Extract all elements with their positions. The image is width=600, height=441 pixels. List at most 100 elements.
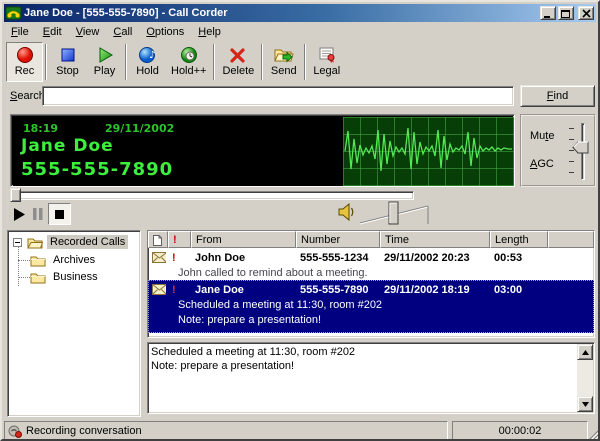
- lcd-date: 29/11/2002: [105, 122, 174, 135]
- playback-stop-icon: [55, 210, 64, 219]
- playback-play-icon: [13, 208, 26, 221]
- record-button[interactable]: Rec: [6, 42, 43, 82]
- menu-help[interactable]: Help: [191, 24, 228, 40]
- agc-label: AGC: [530, 158, 554, 170]
- seek-thumb[interactable]: [10, 188, 21, 202]
- priority-mark: !: [168, 248, 191, 265]
- arrow-up-icon: [582, 350, 589, 355]
- volume-slider[interactable]: [358, 199, 434, 227]
- menu-options[interactable]: Options: [139, 24, 191, 40]
- folder-tree: Recorded Calls Archives Business: [7, 230, 141, 417]
- message-envelope-icon: [148, 280, 168, 297]
- speaker-icon: [338, 203, 356, 222]
- scroll-up-button[interactable]: [577, 344, 593, 360]
- call-row-jane-doe-selected[interactable]: ! Jane Doe 555-555-7890 29/11/2002 18:19…: [148, 280, 594, 333]
- send-button[interactable]: Send: [265, 42, 302, 82]
- call-list: ! From Number Time Length ! John Doe 555…: [147, 230, 595, 338]
- minimize-icon: [543, 9, 553, 18]
- hold-plus-button[interactable]: Hold++: [166, 42, 211, 82]
- cell-from: John Doe: [191, 248, 296, 265]
- column-header-length[interactable]: Length: [490, 231, 548, 248]
- record-icon: [14, 44, 36, 65]
- column-header-filler: [548, 231, 594, 248]
- playback-stop-button[interactable]: [48, 203, 71, 225]
- close-button[interactable]: [578, 6, 594, 20]
- send-icon: [273, 44, 295, 65]
- tree-connector: [18, 260, 30, 261]
- hold-button[interactable]: ♪ Hold: [129, 42, 166, 82]
- collapse-icon[interactable]: [13, 238, 22, 247]
- hold-icon: ♪: [137, 44, 159, 65]
- slider-tick: [569, 139, 574, 140]
- stop-icon: [57, 44, 79, 65]
- statusbar-message-panel: Recording conversation: [4, 421, 448, 441]
- cell-length: 03:00: [490, 280, 548, 297]
- lcd-caller-number: 555-555-7890: [21, 159, 173, 180]
- mixer-panel: Mute AGC: [520, 114, 596, 187]
- menu-edit[interactable]: Edit: [36, 24, 69, 40]
- minimize-button[interactable]: [540, 6, 556, 20]
- hold-plus-icon: [178, 44, 200, 65]
- titlebar[interactable]: Jane Doe - [555-555-7890] - Call Corder: [4, 4, 596, 22]
- stop-button[interactable]: Stop: [49, 42, 86, 82]
- cell-number: 555-555-1234: [296, 248, 380, 265]
- call-note: Scheduled a meeting at 11:30, room #202: [148, 297, 594, 312]
- toolbar-separator: [213, 44, 215, 80]
- arrow-down-icon: [582, 402, 589, 407]
- column-header-time[interactable]: Time: [380, 231, 490, 248]
- tree-connector: [18, 247, 19, 286]
- notes-scrollbar[interactable]: [577, 344, 593, 412]
- play-button[interactable]: Play: [86, 42, 123, 82]
- maximize-icon: [561, 9, 571, 18]
- priority-mark: !: [168, 280, 191, 297]
- message-envelope-icon: [148, 248, 168, 265]
- menu-file[interactable]: File: [4, 24, 36, 40]
- column-header-from[interactable]: From: [191, 231, 296, 248]
- recording-status-icon: [8, 424, 22, 438]
- notes-editor[interactable]: Scheduled a meeting at 11:30, room #202 …: [147, 342, 595, 414]
- find-button[interactable]: Find: [520, 85, 595, 107]
- scroll-down-button[interactable]: [577, 396, 593, 412]
- lcd-panel: 18:19 29/11/2002 Jane Doe 555-555-7890: [13, 117, 343, 186]
- resize-grip[interactable]: [588, 429, 600, 441]
- search-input[interactable]: [42, 86, 514, 106]
- open-folder-icon: [27, 236, 43, 249]
- call-row-john-doe[interactable]: ! John Doe 555-555-1234 29/11/2002 20:23…: [148, 248, 594, 280]
- level-slider-thumb[interactable]: [572, 141, 590, 154]
- notes-text: Scheduled a meeting at 11:30, room #202 …: [151, 345, 574, 373]
- lcd-time: 18:19: [23, 122, 58, 135]
- cell-length: 00:53: [490, 248, 548, 265]
- lcd-caller-name: Jane Doe: [21, 136, 114, 156]
- slider-tick: [569, 161, 574, 162]
- cell-from: Jane Doe: [191, 280, 296, 297]
- tree-item-label: Archives: [50, 253, 98, 267]
- legal-button[interactable]: Legal: [308, 42, 345, 82]
- playback-pause-button[interactable]: [30, 205, 46, 223]
- maximize-button[interactable]: [558, 6, 574, 20]
- toolbar-separator: [125, 44, 127, 80]
- statusbar-message: Recording conversation: [26, 425, 142, 437]
- menu-view[interactable]: View: [69, 24, 107, 40]
- folder-icon: [30, 271, 46, 284]
- column-header-number[interactable]: Number: [296, 231, 380, 248]
- toolbar-separator: [261, 44, 263, 80]
- oscilloscope: [343, 117, 514, 186]
- playback-play-button[interactable]: [10, 205, 28, 223]
- column-header-priority[interactable]: !: [168, 231, 191, 248]
- recording-timer: 00:00:02: [499, 425, 542, 437]
- tree-item-archives[interactable]: Archives: [30, 252, 98, 268]
- call-display: 18:19 29/11/2002 Jane Doe 555-555-7890: [10, 114, 515, 187]
- tree-item-label: Recorded Calls: [47, 235, 128, 249]
- tree-item-business[interactable]: Business: [30, 269, 101, 285]
- legal-icon: [316, 44, 338, 65]
- column-header-attachment[interactable]: [148, 231, 168, 248]
- menu-call[interactable]: Call: [106, 24, 139, 40]
- seek-track[interactable]: [10, 191, 414, 200]
- call-note: John called to remind about a meeting.: [148, 265, 594, 280]
- tree-item-recorded-calls[interactable]: Recorded Calls: [13, 234, 128, 250]
- call-list-header: ! From Number Time Length: [148, 231, 594, 248]
- toolbar-separator: [45, 44, 47, 80]
- close-icon: [582, 9, 591, 18]
- delete-button[interactable]: Delete: [217, 42, 259, 82]
- volume-slider-thumb[interactable]: [389, 202, 398, 224]
